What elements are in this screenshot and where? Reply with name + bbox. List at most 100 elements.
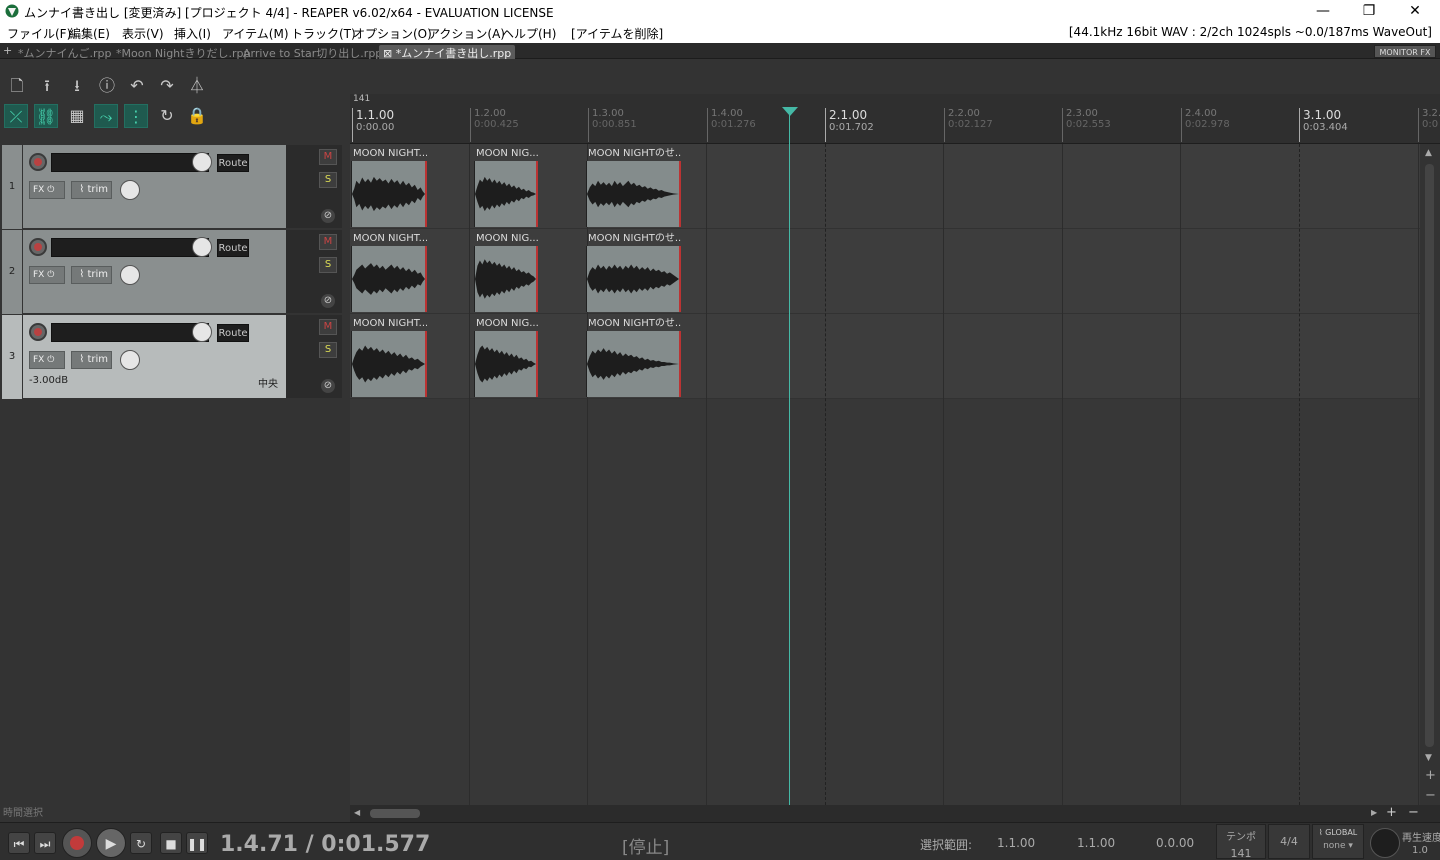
- menu-help[interactable]: ヘルプ(H): [502, 25, 556, 42]
- track-controls[interactable]: Route FX ⏻ ⌇ trim: [23, 230, 286, 314]
- auto-crossfade-icon[interactable]: ⤫: [4, 104, 28, 128]
- playrate-value[interactable]: 1.0: [1412, 845, 1428, 856]
- undo-icon[interactable]: ↶: [125, 74, 149, 98]
- solo-button[interactable]: S: [319, 257, 337, 273]
- scrollbar-thumb[interactable]: [1425, 164, 1434, 747]
- vertical-scrollbar[interactable]: ▲ ▼ + −: [1420, 144, 1440, 805]
- record-arm-button[interactable]: [29, 323, 47, 341]
- monitor-fx-button[interactable]: MONITOR FX: [1374, 45, 1436, 58]
- go-to-end-button[interactable]: ⏭: [34, 832, 56, 854]
- playrate-knob[interactable]: [1370, 828, 1400, 858]
- volume-knob[interactable]: [192, 322, 212, 342]
- route-button[interactable]: Route: [217, 154, 249, 172]
- route-button[interactable]: Route: [217, 324, 249, 342]
- playhead-marker-icon[interactable]: [782, 107, 798, 117]
- time-signature[interactable]: 4/4: [1268, 824, 1310, 859]
- solo-button[interactable]: S: [319, 342, 337, 358]
- menu-view[interactable]: 表示(V): [122, 25, 164, 42]
- track-number[interactable]: 2: [2, 230, 22, 314]
- media-item[interactable]: MOON NIGHT...: [351, 316, 427, 397]
- zoom-out-vertical-icon[interactable]: −: [1425, 788, 1436, 803]
- selection-start[interactable]: 1.1.00: [997, 836, 1035, 850]
- close-button[interactable]: ✕: [1392, 0, 1438, 22]
- pan-knob[interactable]: [120, 180, 140, 200]
- track-controls[interactable]: Route FX ⏻ ⌇ trim -3.00dB 中央: [23, 315, 286, 399]
- menu-options[interactable]: オプション(O): [353, 25, 432, 42]
- maximize-button[interactable]: ❐: [1346, 0, 1392, 22]
- minimize-button[interactable]: —: [1300, 0, 1346, 22]
- phase-invert-icon[interactable]: ⊘: [321, 209, 335, 223]
- solo-button[interactable]: S: [319, 172, 337, 188]
- timeline-ruler[interactable]: 141 1.1.00 0:00.00 1.2.00 0:00.425 1.3.00 0…: [350, 94, 1440, 144]
- project-tab[interactable]: Arrive to Star切り出し.rpp: [239, 45, 386, 60]
- fx-button[interactable]: FX ⏻: [29, 266, 65, 284]
- automation-mode-button[interactable]: ⌇ trim: [71, 351, 112, 369]
- loop-toggle-icon[interactable]: ↻: [155, 104, 179, 128]
- metronome-icon[interactable]: ⏃: [185, 74, 209, 98]
- pan-knob[interactable]: [120, 265, 140, 285]
- redo-icon[interactable]: ↷: [155, 74, 179, 98]
- media-item[interactable]: MOON NIGHTのせ...: [586, 146, 681, 227]
- track-name-field[interactable]: [51, 323, 209, 342]
- media-item[interactable]: MOON NIG...: [474, 231, 538, 312]
- scroll-down-icon[interactable]: ▼: [1425, 753, 1432, 763]
- menu-actions[interactable]: アクション(A): [428, 25, 505, 42]
- phase-invert-icon[interactable]: ⊘: [321, 294, 335, 308]
- pan-knob[interactable]: [120, 350, 140, 370]
- zoom-out-horizontal-icon[interactable]: −: [1408, 805, 1419, 820]
- menu-insert[interactable]: 挿入(I): [174, 25, 211, 42]
- track-header[interactable]: 3 Route FX ⏻ ⌇ trim -3.00dB 中央 M S ⊘: [2, 315, 342, 399]
- horizontal-scrollbar[interactable]: ◀ ▶ + −: [350, 805, 1440, 822]
- stop-button[interactable]: ■: [160, 832, 182, 854]
- link-timeline-icon[interactable]: ⛓: [34, 104, 58, 128]
- track-name-field[interactable]: [51, 238, 209, 257]
- new-tab-icon[interactable]: +: [3, 44, 12, 57]
- ripple-edit-icon[interactable]: ⤳: [94, 104, 118, 128]
- audio-device-info[interactable]: [44.1kHz 16bit WAV : 2/2ch 1024spls ~0.0…: [1069, 25, 1432, 39]
- snap-grid-icon[interactable]: ⋮: [124, 104, 148, 128]
- media-item[interactable]: MOON NIGHT...: [351, 146, 427, 227]
- zoom-in-horizontal-icon[interactable]: +: [1386, 805, 1397, 820]
- global-automation-mode[interactable]: none ▾: [1313, 841, 1363, 851]
- go-to-start-button[interactable]: ⏮: [8, 832, 30, 854]
- pause-button[interactable]: ❚❚: [186, 832, 208, 854]
- save-project-icon[interactable]: ⭳: [65, 74, 89, 98]
- open-project-icon[interactable]: ⭱: [35, 74, 59, 98]
- project-tab[interactable]: *Moon Nightきりだし.rpp: [112, 45, 254, 60]
- zoom-in-vertical-icon[interactable]: +: [1425, 768, 1436, 783]
- record-button[interactable]: [62, 828, 92, 858]
- menu-edit[interactable]: 編集(E): [69, 25, 110, 42]
- track-controls[interactable]: Route FX ⏻ ⌇ trim: [23, 145, 286, 229]
- track-header[interactable]: 1 Route FX ⏻ ⌇ trim M S ⊘: [2, 145, 342, 229]
- mute-button[interactable]: M: [319, 234, 337, 250]
- project-tab[interactable]: *ムンナイんご.rpp: [14, 45, 115, 60]
- media-item[interactable]: MOON NIGHTのせ...: [586, 316, 681, 397]
- play-button[interactable]: ▶: [96, 828, 126, 858]
- selection-end[interactable]: 1.1.00: [1077, 836, 1115, 850]
- fx-button[interactable]: FX ⏻: [29, 181, 65, 199]
- automation-mode-button[interactable]: ⌇ trim: [71, 181, 112, 199]
- scroll-up-icon[interactable]: ▲: [1425, 148, 1432, 158]
- tempo-value[interactable]: 141: [1217, 847, 1265, 860]
- menu-file[interactable]: ファイル(F): [7, 25, 71, 42]
- mute-button[interactable]: M: [319, 319, 337, 335]
- repeat-button[interactable]: ↻: [130, 832, 152, 854]
- menu-track[interactable]: トラック(T): [291, 25, 356, 42]
- arrange-view[interactable]: MOON NIGHT... MOON NIG... MOON NIGHTのせ..…: [350, 144, 1420, 805]
- selection-length[interactable]: 0.0.00: [1156, 836, 1194, 850]
- media-item[interactable]: MOON NIG...: [474, 146, 538, 227]
- lock-icon[interactable]: 🔒: [185, 104, 209, 128]
- media-item[interactable]: MOON NIGHTのせ...: [586, 231, 681, 312]
- fx-button[interactable]: FX ⏻: [29, 351, 65, 369]
- track-header[interactable]: 2 Route FX ⏻ ⌇ trim M S ⊘: [2, 230, 342, 314]
- media-item[interactable]: MOON NIG...: [474, 316, 538, 397]
- media-item[interactable]: MOON NIGHT...: [351, 231, 427, 312]
- track-number[interactable]: 1: [2, 145, 22, 229]
- time-position-display[interactable]: 1.4.71 / 0:01.577: [220, 832, 430, 857]
- volume-knob[interactable]: [192, 152, 212, 172]
- new-project-icon[interactable]: 🗋: [5, 74, 29, 98]
- project-settings-icon[interactable]: ⓘ: [95, 74, 119, 98]
- global-automation-box[interactable]: ⌇ GLOBAL none ▾: [1312, 824, 1364, 859]
- project-tab-active[interactable]: ⊠ *ムンナイ書き出し.rpp: [379, 45, 516, 60]
- menu-item[interactable]: アイテム(M): [222, 25, 289, 42]
